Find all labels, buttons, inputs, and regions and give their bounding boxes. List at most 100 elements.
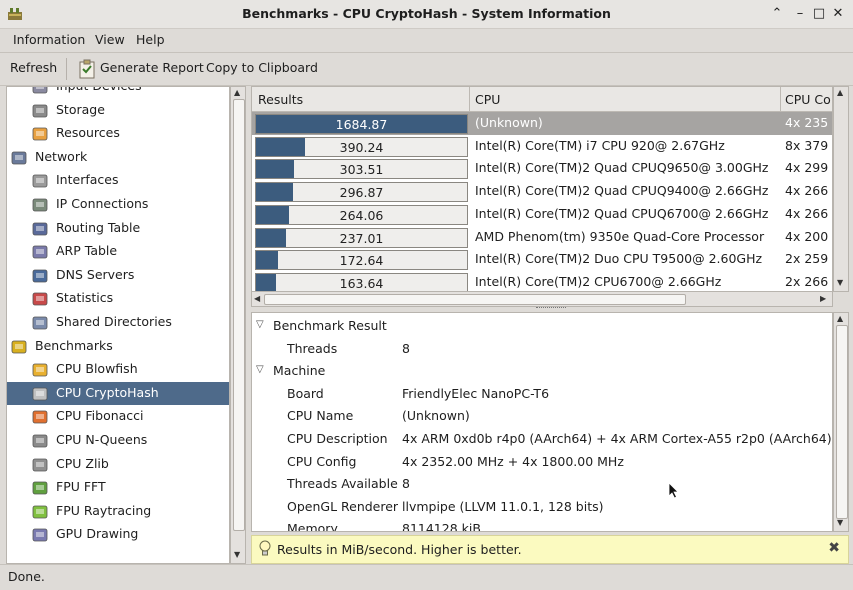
fpu-fft-icon [31, 479, 49, 497]
column-divider [780, 87, 781, 111]
results-table: Results CPU CPU Co 1684.87 (Unknown) 4x 23… [251, 86, 833, 292]
result-value: 163.64 [339, 275, 384, 291]
ip-connections-icon [31, 196, 49, 214]
menu-help[interactable]: Help [136, 32, 165, 47]
sidebar-scrollbar[interactable]: ▲ ▼ [230, 86, 246, 564]
sidebar-item[interactable]: CPU CryptoHash [7, 381, 229, 405]
generate-report-button[interactable]: Generate Report [100, 60, 204, 75]
table-row[interactable]: 237.01 AMD Phenom(tm) 9350e Quad-Core Pro… [252, 226, 832, 249]
sidebar-item[interactable]: CPU N-Queens [7, 429, 229, 452]
sidebar-item[interactable]: FPU Raytracing [7, 500, 229, 523]
sidebar-item[interactable]: Interfaces [7, 169, 229, 192]
sidebar-item[interactable]: Storage [7, 99, 229, 122]
table-row[interactable]: 296.87 Intel(R) Core(TM)2 Quad CPUQ9400@ … [252, 180, 832, 203]
detail-key: OpenGL Renderer [287, 498, 399, 514]
refresh-button[interactable]: Refresh [10, 60, 57, 75]
sidebar-item-label: CPU CryptoHash [56, 384, 159, 400]
benchmarks-icon [10, 338, 28, 356]
sidebar-item-label: Interfaces [56, 172, 119, 188]
sidebar-item[interactable]: Benchmarks [7, 335, 229, 358]
toolbar-separator [66, 58, 67, 80]
routing-table-icon [31, 220, 49, 238]
result-bar: 237.01 [255, 227, 468, 248]
cpu-name-cell: Intel(R) Core(TM)2 Quad CPUQ9650@ 3.00GH… [475, 160, 769, 176]
sidebar-item[interactable]: Resources [7, 122, 229, 145]
column-cpu[interactable]: CPU [475, 92, 500, 107]
copy-to-clipboard-button[interactable]: Copy to Clipboard [206, 60, 318, 75]
sidebar-item[interactable]: ARP Table [7, 240, 229, 263]
table-row[interactable]: 172.64 Intel(R) Core(TM)2 Duo CPU T9500@ … [252, 248, 832, 271]
details-panel: ▽ Benchmark Result Threads 8 ▽ Machine Board Fr… [251, 312, 833, 532]
scroll-up-icon[interactable]: ▲ [837, 88, 843, 97]
scroll-down-icon[interactable]: ▼ [837, 518, 843, 527]
sidebar-item[interactable]: Routing Table [7, 217, 229, 240]
results-hscrollbar[interactable]: ◀ ▶ [251, 291, 833, 307]
expander-icon[interactable]: ▽ [256, 319, 264, 330]
menu-bar: Information View Help [0, 29, 853, 51]
details-section[interactable]: ▽ Machine [252, 360, 832, 382]
column-cpu-config[interactable]: CPU Co [785, 92, 831, 107]
sidebar-item-label: Routing Table [56, 219, 141, 235]
sidebar-item-label: CPU N-Queens [56, 432, 148, 447]
app-window: Benchmarks - CPU CryptoHash - System Inf… [0, 0, 853, 590]
sidebar-item-label: IP Connections [56, 196, 149, 211]
sidebar-item[interactable]: Shared Directories [7, 311, 229, 334]
close-icon[interactable]: ✖ [828, 540, 840, 556]
expander-icon[interactable]: ▽ [256, 364, 264, 375]
results-vscrollbar[interactable]: ▲ ▼ [833, 86, 849, 292]
cpu-config-cell: 4x 200 [785, 228, 829, 244]
details-scroll-thumb[interactable] [836, 325, 848, 519]
details-row: CPU Config 4x 2352.00 MHz + 4x 1800.00 MH… [252, 451, 832, 473]
shade-button[interactable]: ⌃ [768, 5, 786, 23]
sidebar-item[interactable]: Statistics [7, 287, 229, 310]
details-row: Threads Available 8 [252, 473, 832, 495]
detail-value: FriendlyElec NanoPC-T6 [402, 385, 550, 401]
sidebar-scroll-thumb[interactable] [233, 99, 245, 531]
table-row[interactable]: 163.64 Intel(R) Core(TM)2 CPU6700@ 2.66GH… [252, 271, 832, 291]
minimize-button[interactable]: – [791, 5, 809, 23]
table-row[interactable]: 264.06 Intel(R) Core(TM)2 Quad CPUQ6700@ … [252, 203, 832, 226]
close-button[interactable]: ✕ [829, 5, 847, 23]
cpu-config-cell: 4x 266 [785, 183, 829, 199]
sidebar-item[interactable]: CPU Fibonacci [7, 405, 229, 428]
results-hscroll-thumb[interactable] [264, 294, 686, 305]
detail-value: 8114128 kiB [402, 521, 481, 532]
sidebar-item[interactable]: CPU Blowfish [7, 358, 229, 381]
result-bar: 172.64 [255, 250, 468, 271]
scroll-left-icon[interactable]: ◀ [254, 294, 260, 303]
scroll-right-icon[interactable]: ▶ [820, 294, 826, 303]
sidebar-item[interactable]: DNS Servers [7, 264, 229, 287]
table-row[interactable]: 390.24 Intel(R) Core(TM) i7 CPU 920@ 2.67… [252, 135, 832, 158]
table-row[interactable]: 1684.87 (Unknown) 4x 235 [252, 112, 832, 135]
details-section[interactable]: ▽ Benchmark Result [252, 315, 832, 337]
detail-value: 8 [402, 476, 410, 492]
scroll-up-icon[interactable]: ▲ [234, 88, 240, 97]
cpu-name-cell: Intel(R) Core(TM)2 CPU6700@ 2.66GHz [475, 273, 722, 289]
sidebar-item-label: Network [35, 148, 88, 164]
shared-directories-icon [31, 314, 49, 332]
mouse-cursor-icon [668, 482, 679, 499]
report-icon [79, 59, 95, 79]
sidebar-item[interactable]: CPU Zlib [7, 453, 229, 476]
sidebar-item[interactable]: FPU FFT [7, 476, 229, 499]
details-scrollbar[interactable]: ▲ ▼ [833, 312, 849, 532]
menu-information[interactable]: Information [13, 32, 85, 47]
column-results[interactable]: Results [258, 92, 303, 107]
network-icon [10, 149, 28, 167]
sidebar-item[interactable]: IP Connections [7, 193, 229, 216]
scroll-down-icon[interactable]: ▼ [234, 550, 240, 559]
sidebar-item-label: Shared Directories [56, 314, 172, 329]
sidebar-item[interactable]: Network [7, 146, 229, 169]
details-row: Threads 8 [252, 338, 832, 360]
scroll-down-icon[interactable]: ▼ [837, 278, 843, 287]
sidebar-item[interactable]: GPU Drawing [7, 523, 229, 546]
details-row: Board FriendlyElec NanoPC-T6 [252, 383, 832, 405]
sidebar-item[interactable]: Input Devices [7, 87, 229, 98]
scroll-up-icon[interactable]: ▲ [837, 314, 843, 323]
result-bar: 1684.87 [255, 114, 468, 134]
table-row[interactable]: 303.51 Intel(R) Core(TM)2 Quad CPUQ9650@ … [252, 157, 832, 180]
detail-value: 8 [402, 340, 410, 356]
detail-key: CPU Description [287, 431, 388, 446]
menu-view[interactable]: View [95, 32, 125, 47]
maximize-button[interactable]: □ [810, 5, 828, 23]
